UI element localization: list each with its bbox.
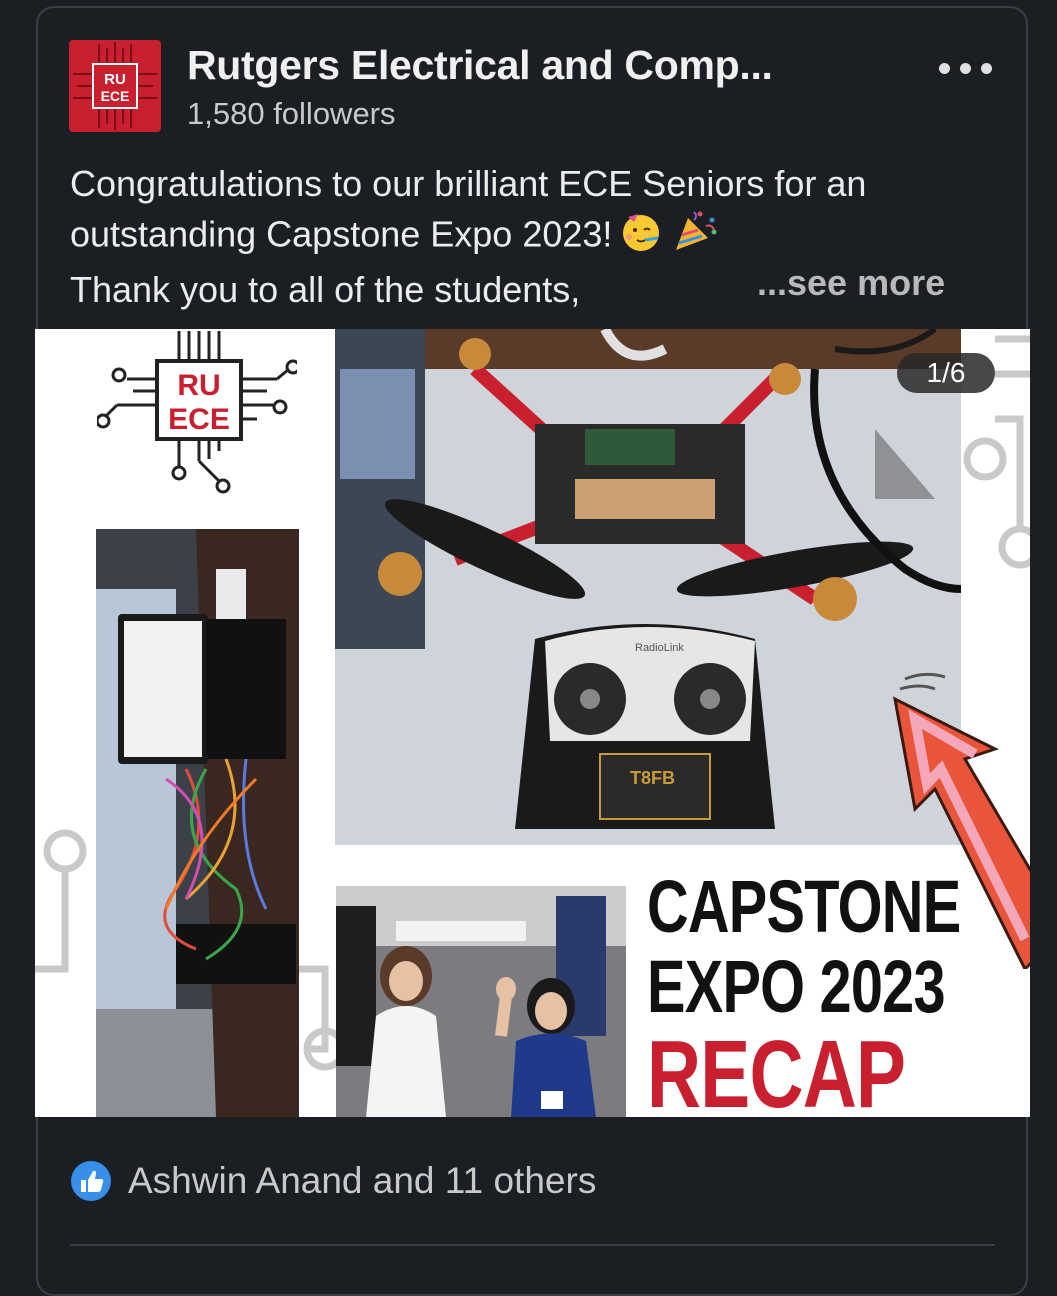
party-popper-icon (670, 208, 720, 266)
author-logo[interactable]: RU ECE (69, 40, 161, 132)
arrow-sticker-icon (892, 672, 1030, 969)
media-logo-text-bottom: ECE (168, 403, 230, 436)
follower-count: 1,580 followers (187, 96, 396, 131)
chip-logo-icon: RU ECE (73, 42, 157, 130)
logo-text-bottom: ECE (101, 88, 130, 104)
drone-project-photo: RadioLink T8FB (335, 329, 961, 845)
author-name[interactable]: Rutgers Electrical and Comp... (187, 42, 773, 89)
controller-brand-label: RadioLink (635, 642, 684, 654)
students-photo (336, 886, 626, 1117)
headline-expo-2023: EXPO 2023 (647, 945, 946, 1028)
reactions-text: Ashwin Anand and 11 others (128, 1160, 597, 1201)
dot-icon (938, 62, 950, 74)
dot-icon (959, 62, 971, 74)
post-image-carousel[interactable]: RU ECE RadioLink T8FB CAPSTONE EXPO 2023… (35, 329, 1030, 1117)
post-text-line-1: Congratulations to our brilliant ECE Sen… (70, 163, 867, 204)
post-divider (70, 1244, 995, 1246)
headline-recap: RECAP (647, 1021, 906, 1118)
post-text-line-2-wrap: outstanding Capstone Expo 2023! (70, 208, 1010, 266)
logo-text-top: RU (104, 71, 126, 88)
see-more-link[interactable]: ...see more (757, 262, 945, 304)
post-text-line-2: outstanding Capstone Expo 2023! (70, 213, 613, 255)
wearable-project-photo (96, 529, 299, 1117)
more-options-button[interactable] (930, 52, 1000, 84)
controller-model-label: T8FB (630, 768, 675, 788)
like-icon (71, 1161, 111, 1201)
media-logo-text-top: RU (177, 369, 220, 402)
carousel-page-counter: 1/6 (897, 353, 995, 393)
dot-icon (980, 62, 992, 74)
reactions-summary[interactable]: Ashwin Anand and 11 others (70, 1160, 596, 1202)
partying-face-icon (618, 208, 664, 266)
ru-ece-chip-logo: RU ECE (97, 331, 297, 494)
headline-capstone: CAPSTONE (647, 865, 961, 948)
